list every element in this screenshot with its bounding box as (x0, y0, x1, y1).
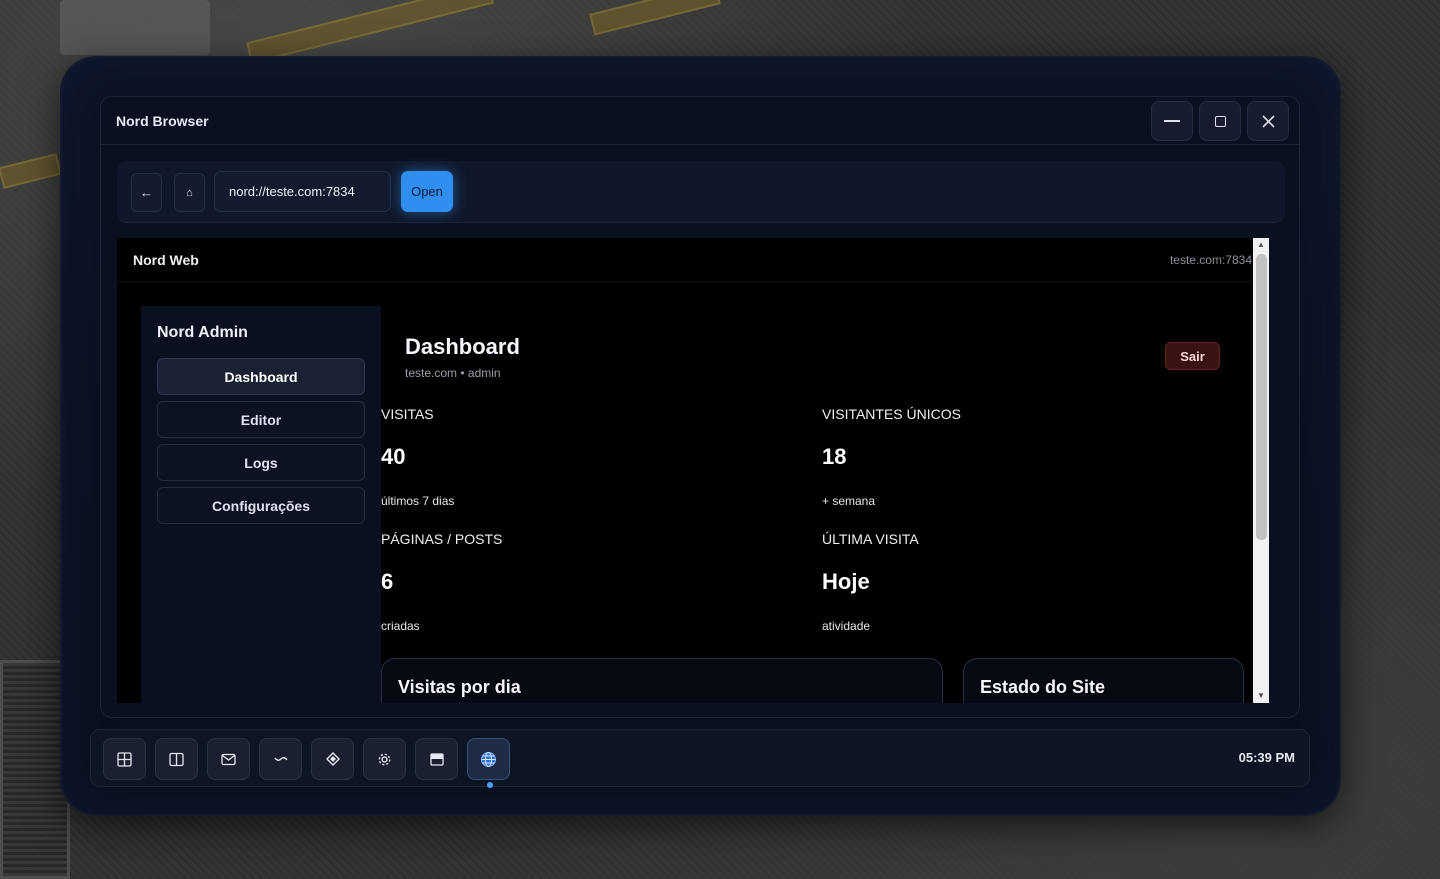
stat-value: 6 (381, 569, 394, 594)
dock-browser-button[interactable] (467, 738, 510, 780)
diamond-icon (325, 752, 340, 766)
browser-toolbar: ← ⌂ Open (117, 161, 1285, 223)
stat-label: ÚLTIMA VISITA (822, 531, 919, 547)
stat-caption: atividade (822, 619, 871, 633)
minimize-icon (1164, 120, 1180, 122)
stat-label: VISITAS (381, 406, 434, 422)
background-drain (0, 660, 70, 879)
sidebar-item-configuracoes[interactable]: Configurações (157, 487, 365, 524)
site-host: teste.com:7834 (1169, 252, 1252, 267)
logout-button[interactable]: Sair (1165, 342, 1220, 370)
card-estado-do-site: Estado do Site (963, 658, 1244, 703)
site-title: Nord Web (133, 251, 199, 268)
scrollbar-thumb[interactable] (1256, 254, 1267, 540)
dock-mail-button[interactable] (207, 738, 250, 780)
webview-scrollbar[interactable]: ▲ ▼ (1253, 238, 1269, 703)
sidebar-item-editor[interactable]: Editor (157, 401, 365, 438)
dock-diamond-button[interactable] (311, 738, 354, 780)
stat-caption: últimos 7 dias (381, 494, 455, 508)
wave-icon (273, 757, 288, 761)
back-button[interactable]: ← (131, 173, 162, 212)
dock-window-button[interactable] (415, 738, 458, 780)
dock-wave-button[interactable] (259, 738, 302, 780)
browser-window: Nord Browser ← ⌂ Open Nord Web teste.com… (100, 96, 1300, 718)
background-curb (0, 153, 62, 189)
dashboard-main: Dashboard teste.com • admin Sair VISITAS… (381, 306, 1269, 703)
admin-sidebar: Nord Admin Dashboard Editor Logs Configu… (141, 306, 381, 703)
settings-icon (378, 753, 391, 765)
stat-value: Hoje (822, 569, 870, 594)
stat-label: VISITANTES ÚNICOS (822, 406, 961, 422)
stat-value: 18 (822, 444, 847, 469)
stat-visitas: VISITAS 40 últimos 7 dias (381, 406, 454, 508)
dock-grid-button[interactable] (103, 738, 146, 780)
stat-label: PÁGINAS / POSTS (381, 531, 503, 547)
maximize-icon (1214, 115, 1226, 127)
stat-caption: criadas (381, 619, 420, 633)
taskbar: 05:39 PM (90, 729, 1310, 788)
dock-columns-button[interactable] (155, 738, 198, 780)
url-input[interactable] (214, 171, 391, 212)
taskbar-clock: 05:39 PM (1238, 750, 1295, 765)
stat-value: 40 (381, 444, 406, 469)
card-title: Visitas por dia (398, 677, 521, 697)
webview: Nord Web teste.com:7834 Nord Admin Dashb… (117, 238, 1269, 703)
close-button[interactable] (1247, 101, 1289, 141)
page-subtitle: teste.com • admin (405, 366, 501, 380)
close-icon (1261, 114, 1275, 128)
card-title: Estado do Site (980, 677, 1106, 697)
background-curb (246, 0, 494, 64)
active-indicator (487, 782, 493, 788)
sidebar-item-logs[interactable]: Logs (157, 444, 365, 481)
sidebar-title: Nord Admin (157, 324, 248, 341)
globe-icon (481, 751, 496, 767)
background-curb (589, 0, 721, 36)
maximize-button[interactable] (1199, 101, 1241, 141)
stat-caption: + semana (822, 494, 876, 508)
home-button[interactable]: ⌂ (174, 173, 205, 212)
stat-paginas-posts: PÁGINAS / POSTS 6 criadas (381, 531, 502, 633)
page-title: Dashboard (405, 334, 520, 359)
card-visitas-por-dia: Visitas por dia (381, 658, 943, 703)
stat-ultima-visita: ÚLTIMA VISITA Hoje atividade (822, 531, 919, 633)
columns-icon (169, 752, 184, 766)
web-header: Nord Web teste.com:7834 (117, 238, 1269, 282)
window-controls (1151, 101, 1289, 141)
grid-icon (117, 751, 132, 767)
minimize-button[interactable] (1151, 101, 1193, 141)
open-button[interactable]: Open (401, 171, 453, 212)
background-barrel (60, 0, 210, 55)
scroll-up-icon[interactable]: ▲ (1256, 240, 1266, 250)
window-icon (429, 752, 444, 766)
mail-icon (221, 753, 236, 765)
scroll-down-icon[interactable]: ▼ (1256, 691, 1266, 701)
titlebar[interactable]: Nord Browser (101, 97, 1299, 145)
dock-settings-button[interactable] (363, 738, 406, 780)
stat-visitantes-unicos: VISITANTES ÚNICOS 18 + semana (822, 406, 961, 508)
window-title: Nord Browser (116, 112, 209, 129)
sidebar-item-dashboard[interactable]: Dashboard (157, 358, 365, 395)
